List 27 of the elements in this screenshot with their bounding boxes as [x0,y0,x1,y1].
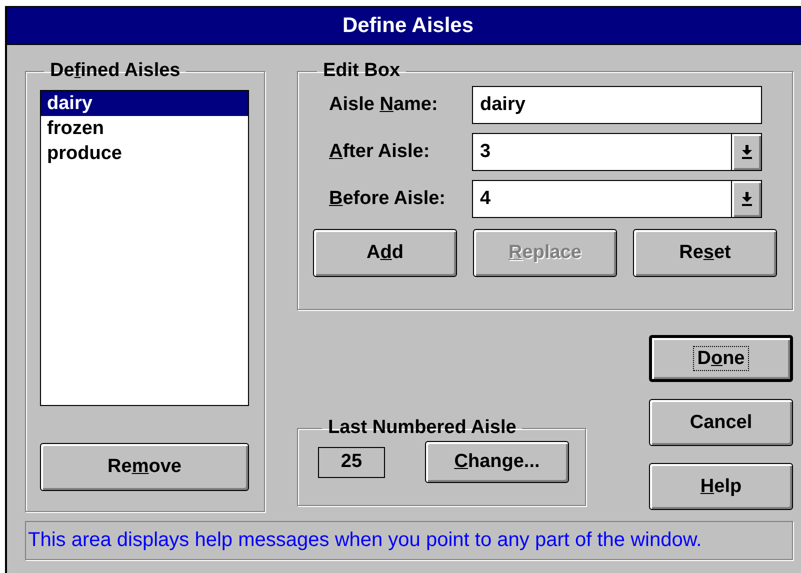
dropdown-field[interactable]: 4 [472,180,762,218]
dropdown-field[interactable]: 3 [472,133,762,171]
down-arrow-icon [742,192,752,206]
list-item[interactable]: frozen [41,116,248,141]
down-arrow-icon [742,145,752,159]
status-bar: This area displays help messages when you point to any part of the window. [25,521,793,560]
input-field[interactable]: dairy [472,86,762,124]
list-item[interactable]: dairy [41,91,248,116]
reset-button[interactable]: Reset [633,229,777,277]
remove-button[interactable]: Remove [40,443,249,491]
cancel-button[interactable]: Cancel [649,399,793,446]
window-title: Define Aisles [341,14,474,38]
change-button[interactable]: Change... [425,441,569,483]
number-display: 25 [318,446,385,478]
field-label: Aisle Name: [328,94,439,116]
dropdown-button[interactable] [731,181,761,217]
dropdown-button[interactable] [731,134,761,170]
done-button[interactable]: Done [649,335,793,382]
field-label: Before Aisle: [328,188,447,210]
list-item[interactable]: produce [41,141,248,166]
group-label: Defined Aisles [50,60,180,81]
group-label: Last Numbered Aisle [328,417,516,438]
group-label: Edit Box [323,60,400,81]
add-button[interactable]: Add [313,229,457,277]
aisle-list[interactable]: dairy frozen produce [40,90,249,406]
field-label: After Aisle: [328,141,431,163]
help-button[interactable]: Help [649,463,793,510]
